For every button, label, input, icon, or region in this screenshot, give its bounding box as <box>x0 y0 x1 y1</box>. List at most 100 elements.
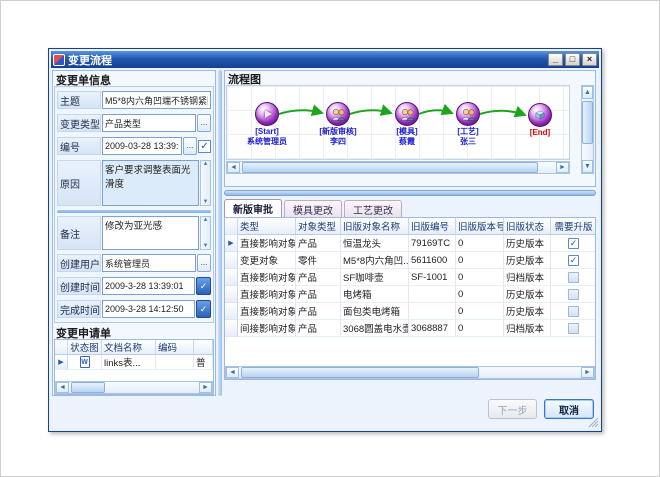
request-code <box>156 355 194 370</box>
upgrade-checkbox[interactable] <box>568 255 579 266</box>
col-type[interactable]: 类型 <box>238 218 296 235</box>
flow-canvas[interactable]: [Start] 系统管理员 [新版审核 <box>226 85 570 160</box>
maximize-button[interactable]: □ <box>565 53 580 66</box>
cell-old-no: SF-1001 <box>409 269 456 286</box>
creator-picker-button[interactable]: ... <box>197 254 211 272</box>
flow-hscrollbar[interactable]: ◄ ► <box>226 161 570 174</box>
next-button[interactable]: 下一步 <box>488 399 537 419</box>
col-old-no[interactable]: 旧版编号 <box>409 218 456 235</box>
scroll-thumb[interactable] <box>71 382 105 393</box>
scroll-left-icon[interactable]: ◄ <box>227 162 240 173</box>
scroll-thumb[interactable] <box>582 101 593 144</box>
number-checkbox[interactable]: ✓ <box>198 140 211 153</box>
cell-type: 直接影响对象 <box>238 303 296 320</box>
request-col-status[interactable]: 状态图 <box>68 340 102 355</box>
request-row[interactable]: ▶ W links表... 普 <box>55 355 213 370</box>
resize-grip[interactable] <box>586 415 599 428</box>
word-doc-icon: W <box>80 356 90 368</box>
cell-old-ver: 0 <box>456 303 504 320</box>
cell-old-state: 历史版本 <box>504 303 551 320</box>
tab-new-version-review[interactable]: 新版审批 <box>224 199 282 217</box>
grid-row[interactable]: 直接影响对象 产品 面包类电烤箱 0 历史版本 <box>225 303 595 320</box>
flow-node-start[interactable]: [Start] 系统管理员 <box>232 102 302 146</box>
scroll-right-icon[interactable]: ► <box>199 382 212 393</box>
cell-obj-type: 产品 <box>296 235 341 252</box>
scroll-up-icon[interactable]: ▲ <box>582 86 593 99</box>
flow-node-mold[interactable]: [模具] 蔡霞 <box>372 102 442 146</box>
cell-old-ver: 0 <box>456 320 504 337</box>
cell-old-no: 3068887 <box>409 320 456 337</box>
review-grid-hscrollbar[interactable]: ◄ ► <box>225 366 595 379</box>
cell-type: 间接影响对象 <box>238 320 296 337</box>
close-button[interactable]: × <box>582 53 597 66</box>
request-col-code[interactable]: 编码 <box>156 340 194 355</box>
scroll-up-icon[interactable]: ▲ <box>203 217 209 223</box>
notes-scrollbar[interactable]: ▲ ▼ <box>200 216 211 250</box>
notes-textarea[interactable]: 修改为亚光感 <box>102 216 199 250</box>
flow-vscrollbar[interactable]: ▲ ▼ <box>581 85 594 174</box>
change-type-input[interactable] <box>102 114 196 132</box>
cell-old-name: 电烤箱 <box>341 286 409 303</box>
scroll-down-icon[interactable]: ▼ <box>203 243 209 249</box>
flow-node-review[interactable]: [新版审核] 李四 <box>303 102 373 146</box>
create-time-label: 创建时间 <box>57 277 101 295</box>
scroll-right-icon[interactable]: ► <box>556 162 569 173</box>
finish-time-input[interactable] <box>102 300 195 318</box>
request-grid: 状态图 文档名称 编码 ▶ W links表... 普 ◄ <box>54 339 214 395</box>
request-extra: 普 <box>194 355 213 370</box>
start-node-icon <box>255 102 279 126</box>
number-input[interactable] <box>102 137 182 155</box>
col-old-ver[interactable]: 旧版版本号 <box>456 218 504 235</box>
vertical-splitter[interactable] <box>218 70 222 396</box>
title-bar[interactable]: 变更流程 _ □ × <box>51 51 599 68</box>
tab-mold-change[interactable]: 模具更改 <box>284 200 342 217</box>
scroll-down-icon[interactable]: ▼ <box>582 160 593 173</box>
scroll-down-icon[interactable]: ▼ <box>203 199 209 205</box>
cell-old-state: 历史版本 <box>504 286 551 303</box>
flow-node-end[interactable]: [End] <box>505 103 570 137</box>
scroll-right-icon[interactable]: ► <box>581 367 594 378</box>
horizontal-splitter[interactable] <box>224 190 596 196</box>
craft-node-person: 张三 <box>433 137 503 146</box>
request-grid-hscrollbar[interactable]: ◄ ► <box>55 381 213 394</box>
reason-label: 原因 <box>57 160 101 206</box>
request-col-docname[interactable]: 文档名称 <box>102 340 156 355</box>
col-old-state[interactable]: 旧版状态 <box>504 218 551 235</box>
subject-input[interactable] <box>102 91 211 109</box>
scroll-left-icon[interactable]: ◄ <box>226 367 239 378</box>
minimize-button[interactable]: _ <box>548 53 563 66</box>
upgrade-checkbox[interactable] <box>568 323 579 334</box>
change-info-panel: 变更单信息 主题 变更类型 ... 编号 <box>52 70 216 396</box>
upgrade-checkbox[interactable] <box>568 306 579 317</box>
col-old-name[interactable]: 旧版对象名称 <box>341 218 409 235</box>
grid-row[interactable]: 间接影响对象 产品 3068圆盖电水壶 3068887 0 归档版本 <box>225 320 595 337</box>
grid-row[interactable]: 直接影响对象 产品 SF咖啡壶 SF-1001 0 归档版本 SF咖 <box>225 269 595 286</box>
finish-time-dropdown-button[interactable]: ✓ <box>196 300 211 318</box>
upgrade-checkbox[interactable] <box>568 272 579 283</box>
creator-input[interactable] <box>102 254 196 272</box>
cell-old-state: 归档版本 <box>504 269 551 286</box>
flow-node-craft[interactable]: [工艺] 张三 <box>433 102 503 146</box>
grid-row[interactable]: 变更对象 零件 M5*8内六角凹... 5611600 0 历史版本 M5*8 <box>225 252 595 269</box>
upgrade-checkbox[interactable] <box>568 238 579 249</box>
cell-old-name: M5*8内六角凹... <box>341 252 409 269</box>
grid-row[interactable]: 直接影响对象 产品 电烤箱 0 历史版本 <box>225 286 595 303</box>
create-time-input[interactable] <box>102 277 195 295</box>
scroll-left-icon[interactable]: ◄ <box>56 382 69 393</box>
col-obj-type[interactable]: 对象类型 <box>296 218 341 235</box>
cell-obj-type: 产品 <box>296 286 341 303</box>
change-type-picker-button[interactable]: ... <box>197 114 211 132</box>
col-upgrade[interactable]: 需要升版 <box>551 218 596 235</box>
cell-old-state: 历史版本 <box>504 252 551 269</box>
scroll-thumb[interactable] <box>242 162 538 173</box>
upgrade-checkbox[interactable] <box>568 289 579 300</box>
scroll-up-icon[interactable]: ▲ <box>203 161 209 167</box>
reason-textarea[interactable]: 客户要求调整表面光滑度 <box>102 160 199 206</box>
scroll-thumb[interactable] <box>241 367 479 378</box>
tab-craft-change[interactable]: 工艺更改 <box>344 200 402 217</box>
number-picker-button[interactable]: ... <box>183 137 197 155</box>
two-people-icon <box>330 108 347 121</box>
reason-scrollbar[interactable]: ▲ ▼ <box>200 160 211 206</box>
grid-row[interactable]: ▶ 直接影响对象 产品 恒温龙头 79169TC 0 历史版本 <box>225 235 595 252</box>
create-time-dropdown-button[interactable]: ✓ <box>196 277 211 295</box>
